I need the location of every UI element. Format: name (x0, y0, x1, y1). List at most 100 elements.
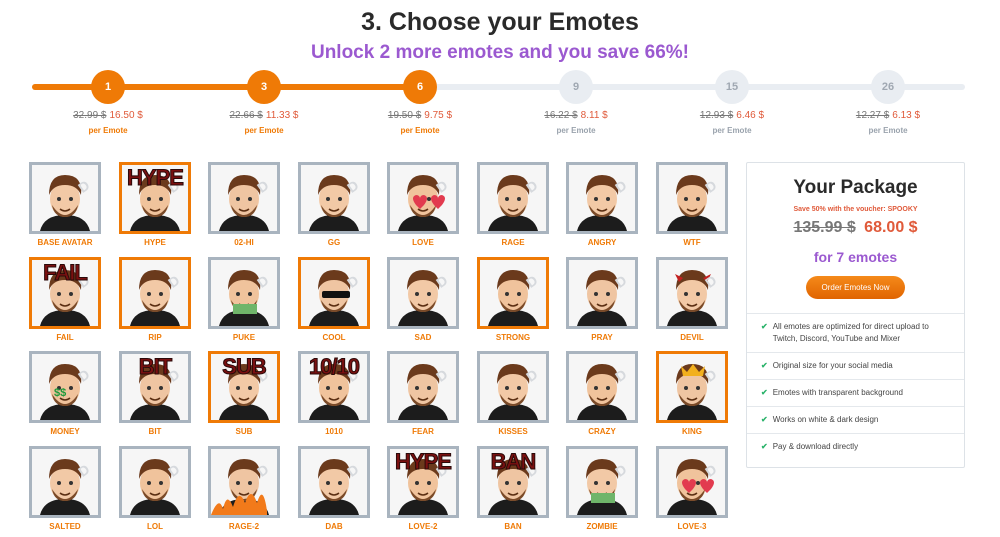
emote-thumbnail[interactable]: D (29, 162, 101, 234)
step-count[interactable]: 15 (715, 70, 749, 104)
emote-thumbnail[interactable]: D (566, 446, 638, 518)
emote-thumbnail[interactable]: D (298, 257, 370, 329)
emote-card[interactable]: D RAGE (477, 162, 549, 247)
emote-card[interactable]: D SUB SUB (208, 351, 280, 436)
emote-thumbnail[interactable]: D (656, 351, 728, 423)
emote-label: CRAZY (588, 427, 616, 436)
emote-card[interactable]: D RAGE-2 (208, 446, 280, 531)
emote-card[interactable]: D KISSES (477, 351, 549, 436)
step-prices: 22.66 $11.33 $ (204, 110, 324, 121)
step-count[interactable]: 6 (403, 70, 437, 104)
step-new-price: 6.46 $ (736, 110, 765, 121)
emote-card[interactable]: D ANGRY (566, 162, 638, 247)
step-count[interactable]: 9 (559, 70, 593, 104)
price-step[interactable]: 15 12.93 $6.46 $ per Emote (672, 70, 792, 135)
emote-thumbnail[interactable]: D (656, 446, 728, 518)
emote-label: HYPE (144, 238, 166, 247)
emote-card[interactable]: D STRONG (477, 257, 549, 342)
page-title: 3. Choose your Emotes (361, 8, 639, 36)
emote-thumbnail[interactable]: D (566, 257, 638, 329)
emote-card[interactable]: D BIT BIT (119, 351, 191, 436)
emote-thumbnail[interactable]: D (208, 257, 280, 329)
emote-thumbnail[interactable]: D (387, 351, 459, 423)
emote-thumbnail[interactable]: D (477, 257, 549, 329)
emote-thumbnail[interactable]: D (387, 257, 459, 329)
emote-card[interactable]: D FEAR (387, 351, 459, 436)
emote-card[interactable]: D SAD (387, 257, 459, 342)
emote-card[interactable]: D RIP (119, 257, 191, 342)
step-count[interactable]: 26 (871, 70, 905, 104)
emote-card[interactable]: D BAN BAN (477, 446, 549, 531)
emote-card[interactable]: D 02-HI (208, 162, 280, 247)
feature-item: ✔ Emotes with transparent background (747, 379, 964, 406)
emote-thumbnail[interactable]: D (566, 351, 638, 423)
emote-card[interactable]: D CRAZY (566, 351, 638, 436)
emote-card[interactable]: D PRAY (566, 257, 638, 342)
emote-thumbnail[interactable]: D (656, 162, 728, 234)
emote-card[interactable]: D LOVE-3 (656, 446, 728, 531)
emote-thumbnail[interactable]: D SUB (208, 351, 280, 423)
package-count: for 7 emotes (813, 249, 898, 265)
emote-thumbnail[interactable]: D (29, 446, 101, 518)
emote-thumbnail[interactable]: D (208, 446, 280, 518)
emote-thumbnail[interactable]: D (477, 162, 549, 234)
price-step[interactable]: 6 19.50 $9.75 $ per Emote (360, 70, 480, 135)
emote-thumbnail[interactable]: D (477, 351, 549, 423)
step-per-label: per Emote (244, 126, 284, 135)
emote-label: SALTED (49, 522, 81, 531)
emote-thumbnail[interactable]: D HYPE (119, 162, 191, 234)
package-price: 135.99 $ 68.00 $ (747, 219, 964, 237)
price-step[interactable]: 26 12.27 $6.13 $ per Emote (828, 70, 948, 135)
emote-card[interactable]: D FAIL FAIL (29, 257, 101, 342)
emote-thumbnail[interactable]: $$ D (29, 351, 101, 423)
step-count[interactable]: 3 (247, 70, 281, 104)
price-step[interactable]: 3 22.66 $11.33 $ per Emote (204, 70, 324, 135)
emote-thumbnail[interactable]: D HYPE (387, 446, 459, 518)
emote-card[interactable]: D HYPE HYPE (119, 162, 191, 247)
emote-card[interactable]: D DAB (298, 446, 370, 531)
emote-card[interactable]: D COOL (298, 257, 370, 342)
emote-card[interactable]: D LOVE (387, 162, 459, 247)
avatar-face-icon: D (301, 449, 367, 515)
emote-card[interactable]: D KING (656, 351, 728, 436)
step-count[interactable]: 1 (91, 70, 125, 104)
emote-thumbnail[interactable]: D (387, 162, 459, 234)
emote-label: PUKE (232, 333, 256, 342)
emote-label: DEVIL (680, 333, 704, 342)
emote-thumbnail[interactable]: D (119, 257, 191, 329)
step-old-price: 12.27 $ (855, 110, 890, 121)
avatar-face-icon: $$D (32, 354, 98, 420)
emote-card[interactable]: $$ D MONEY (29, 351, 101, 436)
emote-thumbnail[interactable]: D FAIL (29, 257, 101, 329)
emote-card[interactable]: D DEVIL (656, 257, 728, 342)
emote-thumbnail[interactable]: D (208, 162, 280, 234)
emote-thumbnail[interactable]: D BAN (477, 446, 549, 518)
emote-thumbnail[interactable]: D (298, 162, 370, 234)
package-new-price: 68.00 $ (864, 219, 918, 236)
emote-thumbnail[interactable]: D (298, 446, 370, 518)
feature-item: ✔ All emotes are optimized for direct upl… (747, 313, 964, 352)
emote-card[interactable]: D SALTED (29, 446, 101, 531)
emote-thumbnail[interactable]: D (566, 162, 638, 234)
emote-thumbnail[interactable]: D BIT (119, 351, 191, 423)
emote-card[interactable]: D GG (298, 162, 370, 247)
emote-thumbnail[interactable]: D (119, 446, 191, 518)
emote-card[interactable]: D HYPE LOVE-2 (387, 446, 459, 531)
emote-card[interactable]: D 10/10 1010 (298, 351, 370, 436)
emote-label: BAN (504, 522, 522, 531)
step-old-price: 12.93 $ (699, 110, 734, 121)
emote-card[interactable]: D WTF (656, 162, 728, 247)
emote-card[interactable]: D PUKE (208, 257, 280, 342)
emote-card[interactable]: D ZOMBIE (566, 446, 638, 531)
emote-card[interactable]: D LOL (119, 446, 191, 531)
avatar-face-icon: D (32, 449, 98, 515)
emote-thumbnail[interactable]: D 10/10 (298, 351, 370, 423)
price-step[interactable]: 9 16.22 $8.11 $ per Emote (516, 70, 636, 135)
emote-card[interactable]: D BASE AVATAR (29, 162, 101, 247)
order-emotes-button[interactable]: Order Emotes Now (806, 276, 905, 299)
avatar-face-icon: D (569, 165, 635, 231)
price-step[interactable]: 1 32.99 $16.50 $ per Emote (48, 70, 168, 135)
avatar-face-icon: D (390, 260, 456, 326)
emote-thumbnail[interactable]: D (656, 257, 728, 329)
step-new-price: 8.11 $ (580, 110, 608, 121)
